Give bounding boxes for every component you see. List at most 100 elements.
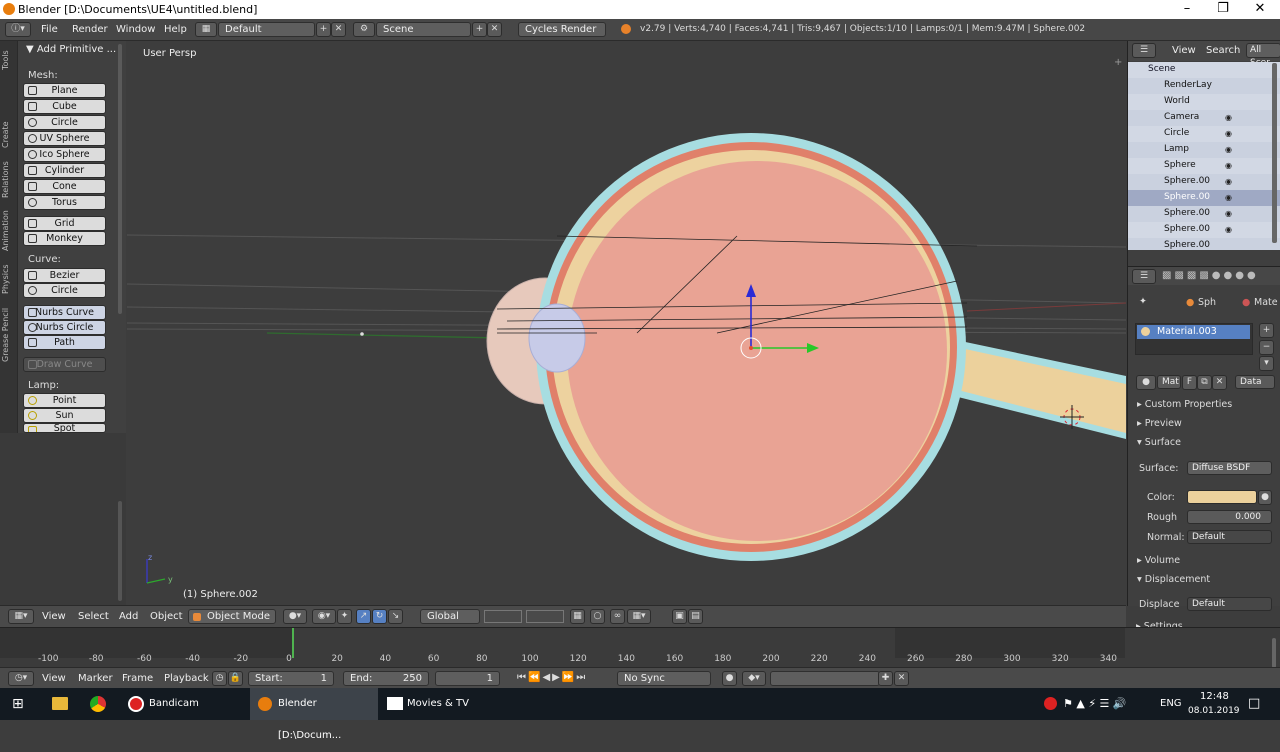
remove-material-slot-icon[interactable]: −	[1259, 340, 1274, 355]
fake-user-button[interactable]: F	[1182, 375, 1197, 390]
minimize-button[interactable]: –	[1172, 1, 1202, 16]
outliner-row-sphere-004[interactable]: Sphere.00 ◉	[1128, 222, 1280, 238]
outliner-row-sphere-002[interactable]: Sphere.00 ◉	[1128, 190, 1280, 206]
outliner-search-menu[interactable]: Search	[1206, 45, 1240, 56]
point-lamp-button[interactable]: Point	[23, 393, 106, 408]
eye-icon[interactable]: ◉	[1225, 113, 1235, 122]
timeline-editor-icon[interactable]: ◷▾	[8, 671, 34, 686]
close-button[interactable]: ✕	[1245, 1, 1275, 16]
layers-group-1[interactable]	[484, 610, 522, 623]
tab-animation[interactable]: Animation	[1, 207, 16, 255]
taskbar-bandicam[interactable]: Bandicam	[120, 688, 248, 720]
outliner-view-menu[interactable]: View	[1172, 45, 1196, 56]
outliner-row-renderlayer[interactable]: RenderLay	[1128, 78, 1280, 94]
orientation-select[interactable]: Global	[420, 609, 480, 624]
taskbar-movies[interactable]: Movies & TV	[380, 688, 508, 720]
language-indicator[interactable]: ENG	[1160, 688, 1182, 720]
scale-icon[interactable]: ↘	[388, 609, 403, 624]
layer-lock-icon[interactable]: ▦	[570, 609, 585, 624]
mode-select[interactable]: Object Mode	[188, 609, 276, 624]
add-layout-icon[interactable]: +	[316, 22, 331, 37]
eye-icon[interactable]: ◉	[1225, 209, 1235, 218]
outliner-row-circle[interactable]: Circle ◉	[1128, 126, 1280, 142]
browse-material-icon[interactable]: ●	[1136, 375, 1156, 390]
menu-file[interactable]: File	[41, 24, 58, 35]
monkey-button[interactable]: Monkey	[23, 231, 106, 246]
tool-shelf-scrollbar[interactable]	[118, 44, 122, 314]
eye-icon[interactable]: ◉	[1225, 145, 1235, 154]
viewport-editor-icon[interactable]: ▦▾	[8, 609, 34, 624]
outliner-row-sphere-005[interactable]: Sphere.00	[1128, 238, 1280, 250]
remove-scene-icon[interactable]: ✕	[487, 22, 502, 37]
3d-viewport[interactable]: User Persp (1) Sphere.002 z y +	[127, 41, 1126, 605]
draw-curve-button[interactable]: Draw Curve	[23, 357, 106, 372]
add-menu[interactable]: Add	[119, 611, 138, 622]
displacement-panel[interactable]: ▾ Displacement	[1137, 574, 1210, 585]
insert-keyframe-icon[interactable]: ✚	[878, 671, 893, 686]
file-explorer-icon[interactable]	[52, 697, 68, 710]
layout-icon[interactable]: ▦	[195, 22, 217, 37]
menu-window[interactable]: Window	[116, 24, 155, 35]
sun-lamp-button[interactable]: Sun	[23, 408, 106, 423]
pin-icon[interactable]: ✦	[1139, 296, 1147, 307]
delete-keyframe-icon[interactable]: ✕	[894, 671, 909, 686]
add-primitive-header[interactable]: ▼ Add Primitive ...	[26, 44, 116, 55]
object-menu[interactable]: Object	[150, 611, 183, 622]
shading-select-icon[interactable]: ●▾	[283, 609, 307, 624]
record-icon[interactable]: ●	[722, 671, 737, 686]
sync-select[interactable]: No Sync	[617, 671, 711, 686]
select-menu[interactable]: Select	[78, 611, 109, 622]
timeline-view-menu[interactable]: View	[42, 673, 66, 684]
surface-panel[interactable]: ▾ Surface	[1137, 437, 1181, 448]
unlink-material-icon[interactable]: ✕	[1212, 375, 1227, 390]
playback-controls[interactable]: ⏮⏪◀▶⏩⏭	[517, 672, 587, 683]
current-frame-field[interactable]: 1	[435, 671, 500, 686]
path-button[interactable]: Path	[23, 335, 106, 350]
add-material-slot-icon[interactable]: +	[1259, 323, 1274, 338]
tab-create[interactable]: Create	[1, 119, 16, 151]
menu-render[interactable]: Render	[72, 24, 108, 35]
material-specials-icon[interactable]: ▾	[1259, 356, 1274, 371]
start-frame-field[interactable]: Start: 1	[248, 671, 334, 686]
volume-panel[interactable]: ▸ Volume	[1137, 555, 1180, 566]
start-button[interactable]: ⊞	[12, 688, 24, 720]
cylinder-button[interactable]: Cylinder	[23, 163, 106, 178]
material-name-field[interactable]: Mat	[1157, 375, 1181, 389]
curve-circle-button[interactable]: Circle	[23, 283, 106, 298]
new-material-icon[interactable]: ⧉	[1197, 375, 1212, 390]
color-link-icon[interactable]: ●	[1258, 490, 1272, 505]
outliner-row-sphere-001[interactable]: Sphere.00 ◉	[1128, 174, 1280, 190]
frame-menu[interactable]: Frame	[122, 673, 153, 684]
snap-toggle-icon[interactable]: ∞	[610, 609, 625, 624]
properties-editor-icon[interactable]: ☰	[1132, 269, 1156, 284]
chrome-icon[interactable]	[90, 696, 106, 712]
eye-icon[interactable]: ◉	[1225, 129, 1235, 138]
notification-icon[interactable]: □	[1248, 688, 1260, 720]
tab-relations[interactable]: Relations	[1, 159, 16, 201]
material-slot-list[interactable]: Material.003	[1135, 323, 1253, 355]
tray-record-icon[interactable]	[1044, 697, 1057, 710]
render-engine-select[interactable]: Cycles Render	[518, 22, 606, 37]
grid-button[interactable]: Grid	[23, 216, 106, 231]
playback-menu[interactable]: Playback	[164, 673, 209, 684]
operator-scrollbar[interactable]	[118, 501, 122, 601]
tab-grease-pencil[interactable]: Grease Pencil	[1, 303, 16, 367]
marker-menu[interactable]: Marker	[78, 673, 113, 684]
eye-icon[interactable]: ◉	[1225, 177, 1235, 186]
outliner-row-scene[interactable]: Scene	[1128, 62, 1280, 78]
rotate-icon[interactable]: ↻	[372, 609, 387, 624]
color-swatch[interactable]	[1187, 490, 1257, 504]
spot-lamp-button[interactable]: Spot	[23, 423, 106, 433]
layers-group-2[interactable]	[526, 610, 564, 623]
ico-sphere-button[interactable]: Ico Sphere	[23, 147, 106, 162]
preview-panel[interactable]: ▸ Preview	[1137, 418, 1182, 429]
end-frame-field[interactable]: End: 250	[343, 671, 429, 686]
properties-context-icons[interactable]: ▩▩▩▩●●●●	[1162, 270, 1259, 281]
outliner-editor-icon[interactable]: ☰	[1132, 43, 1156, 58]
outliner-scrollbar[interactable]	[1272, 63, 1277, 243]
nurbs-circle-button[interactable]: Nurbs Circle	[23, 320, 106, 335]
link-data-select[interactable]: Data	[1235, 375, 1275, 389]
surface-shader-select[interactable]: Diffuse BSDF	[1187, 461, 1272, 475]
circle-button[interactable]: Circle	[23, 115, 106, 130]
view-menu[interactable]: View	[42, 611, 66, 622]
